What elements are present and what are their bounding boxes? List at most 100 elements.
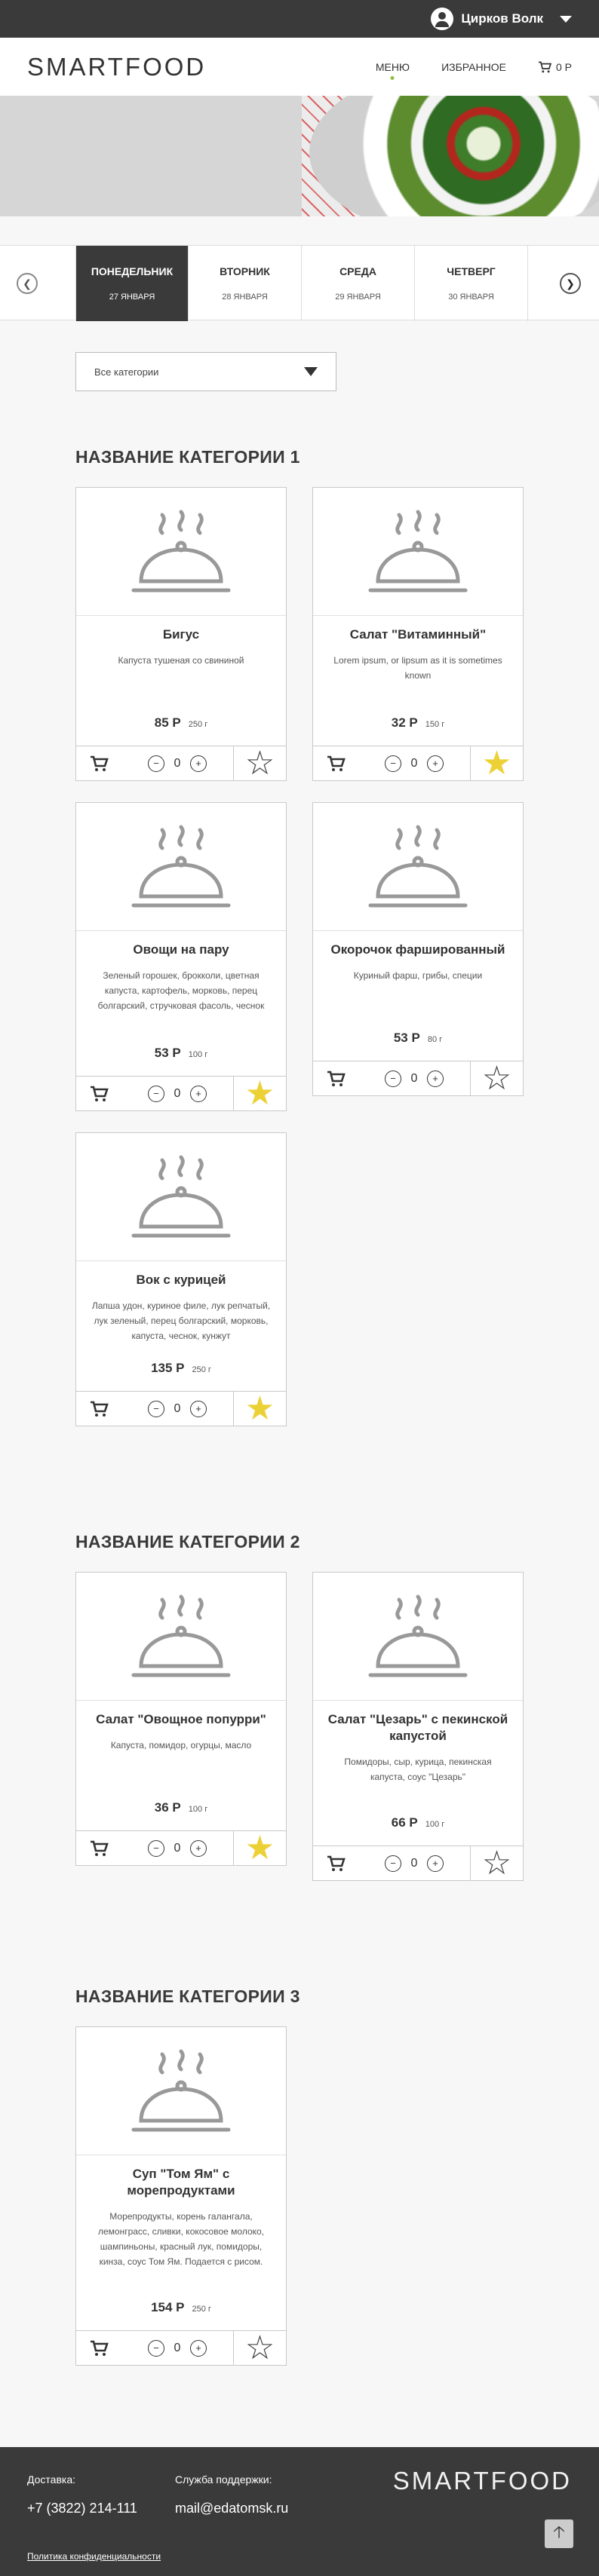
site-header: SMARTFOOD МЕНЮ ИЗБРАННОЕ 0 Р xyxy=(0,38,599,96)
increment-button[interactable]: + xyxy=(427,1070,444,1087)
quantity-value: 0 xyxy=(410,1856,418,1870)
next-day-button[interactable]: ❯ xyxy=(560,273,581,294)
dish-placeholder-icon xyxy=(131,1594,231,1677)
product-card[interactable]: Бигус Капуста тушеная со свининой 85 Р 250 … xyxy=(75,487,287,781)
day-tab-thursday[interactable]: ЧЕТВЕРГ 30 ЯНВАРЯ xyxy=(415,246,528,321)
add-to-cart-button[interactable] xyxy=(76,2331,121,2365)
product-card[interactable]: Салат "Овощное попурри" Капуста, помидор,… xyxy=(75,1572,287,1866)
decrement-button[interactable]: − xyxy=(148,1085,164,1102)
quantity-stepper: −0 + xyxy=(358,1061,470,1095)
category-title: НАЗВАНИЕ КАТЕГОРИИ 1 xyxy=(75,447,300,467)
add-to-cart-button[interactable] xyxy=(313,1061,358,1095)
decrement-button[interactable]: − xyxy=(148,1400,164,1417)
product-description: Лапша удон, куриное филе, лук репчатый, … xyxy=(91,1300,271,1341)
decrement-button[interactable]: − xyxy=(385,1070,401,1087)
dish-placeholder-icon xyxy=(131,2049,231,2131)
product-actions: −0 + ☆ xyxy=(313,1845,523,1880)
quantity-stepper: −0 + xyxy=(121,746,233,780)
increment-button[interactable]: + xyxy=(190,1085,207,1102)
cart-total: 0 Р xyxy=(555,60,572,73)
footer-logo: SMARTFOOD xyxy=(392,2467,572,2495)
increment-button[interactable]: + xyxy=(190,755,207,772)
support-email[interactable]: mail@edatomsk.ru xyxy=(175,2501,323,2516)
day-tab-tuesday[interactable]: ВТОРНИК 28 ЯНВАРЯ xyxy=(189,246,302,321)
quantity-stepper: −0 + xyxy=(121,2331,233,2365)
quantity-stepper: −0 + xyxy=(121,1831,233,1865)
favorite-star-icon[interactable]: ☆ xyxy=(233,2331,286,2365)
product-card[interactable]: Окорочок фаршированный Куриный фарш, гриб… xyxy=(312,802,524,1096)
quantity-value: 0 xyxy=(174,1401,181,1415)
product-grid: Салат "Овощное попурри" Капуста, помидор,… xyxy=(75,1572,524,1881)
product-price-row: 32 Р 150 г xyxy=(313,715,523,731)
nav-favorites[interactable]: ИЗБРАННОЕ xyxy=(441,61,506,73)
scroll-top-button[interactable]: 🡡 xyxy=(545,2519,573,2548)
increment-button[interactable]: + xyxy=(427,1855,444,1872)
product-actions: −0 + ★ xyxy=(76,1830,286,1865)
quantity-value: 0 xyxy=(410,756,418,770)
product-image xyxy=(313,488,523,616)
logo[interactable]: SMARTFOOD xyxy=(27,53,206,81)
product-weight: 80 г xyxy=(427,1035,443,1044)
product-image xyxy=(76,488,286,616)
product-price-row: 154 Р 250 г xyxy=(76,2300,286,2315)
product-price-row: 53 Р 80 г xyxy=(313,1031,523,1046)
decrement-button[interactable]: − xyxy=(148,755,164,772)
favorite-star-icon[interactable]: ☆ xyxy=(233,746,286,780)
product-name: Салат "Овощное попурри" xyxy=(96,1712,266,1726)
increment-button[interactable]: + xyxy=(190,1839,207,1857)
nav-cart[interactable]: 0 Р xyxy=(538,61,572,73)
product-grid: Бигус Капуста тушеная со свининой 85 Р 250 … xyxy=(75,487,524,1426)
nav-menu[interactable]: МЕНЮ xyxy=(376,61,410,73)
add-to-cart-button[interactable] xyxy=(76,1392,121,1426)
privacy-policy-link[interactable]: Политика конфиденциальности xyxy=(27,2551,161,2562)
day-tab-wednesday[interactable]: СРЕДА 29 ЯНВАРЯ xyxy=(302,246,415,321)
favorite-star-icon[interactable]: ★ xyxy=(233,1077,286,1110)
cart-icon xyxy=(91,2340,109,2356)
cart-icon xyxy=(91,1086,109,1101)
product-name: Вок с курицей xyxy=(136,1273,226,1287)
product-price-row: 85 Р 250 г xyxy=(76,715,286,731)
product-image xyxy=(76,1133,286,1261)
add-to-cart-button[interactable] xyxy=(76,746,121,780)
decrement-button[interactable]: − xyxy=(148,2339,164,2357)
increment-button[interactable]: + xyxy=(190,1400,207,1417)
product-name: Салат "Витаминный" xyxy=(349,627,487,642)
product-card[interactable]: Салат "Цезарь" с пекинской капустой Помид… xyxy=(312,1572,524,1881)
product-card[interactable]: Овощи на пару Зеленый горошек, брокколи, … xyxy=(75,802,287,1111)
increment-button[interactable]: + xyxy=(190,2339,207,2357)
user-menu[interactable]: Цирков Волк xyxy=(431,8,572,30)
day-tab-monday[interactable]: ПОНЕДЕЛЬНИК 27 ЯНВАРЯ xyxy=(75,246,189,321)
add-to-cart-button[interactable] xyxy=(313,1846,358,1880)
favorite-star-icon[interactable]: ★ xyxy=(470,746,523,780)
delivery-phone[interactable]: +7 (3822) 214-111 xyxy=(27,2501,175,2516)
product-weight: 250 г xyxy=(188,720,208,729)
decrement-button[interactable]: − xyxy=(385,1855,401,1872)
add-to-cart-button[interactable] xyxy=(313,746,358,780)
cart-icon xyxy=(538,61,551,72)
favorite-star-icon[interactable]: ★ xyxy=(233,1831,286,1865)
favorite-star-icon[interactable]: ☆ xyxy=(470,1846,523,1880)
add-to-cart-button[interactable] xyxy=(76,1077,121,1110)
product-price: 85 Р xyxy=(154,715,181,730)
product-description: Помидоры, сыр, курица, пекинская капуста… xyxy=(344,1757,492,1782)
prev-day-button[interactable]: ❮ xyxy=(17,273,38,294)
cart-icon xyxy=(327,1071,346,1086)
product-card[interactable]: Суп "Том Ям" с морепродуктами Морепродукт… xyxy=(75,2026,287,2366)
decrement-button[interactable]: − xyxy=(385,755,401,772)
product-actions: −0 + ☆ xyxy=(76,2330,286,2365)
favorite-star-icon[interactable]: ★ xyxy=(233,1392,286,1426)
add-to-cart-button[interactable] xyxy=(76,1831,121,1865)
category-title: НАЗВАНИЕ КАТЕГОРИИ 3 xyxy=(75,1986,300,2006)
menu-content: Все категории НАЗВАНИЕ КАТЕГОРИИ 1 Бигус К… xyxy=(0,352,599,2366)
product-card[interactable]: Салат "Витаминный" Lorem ipsum, or lipsum… xyxy=(312,487,524,781)
product-card[interactable]: Вок с курицей Лапша удон, куриное филе, л… xyxy=(75,1132,287,1426)
dish-placeholder-icon xyxy=(368,510,468,592)
increment-button[interactable]: + xyxy=(427,755,444,772)
decrement-button[interactable]: − xyxy=(148,1839,164,1857)
dish-placeholder-icon xyxy=(368,1594,468,1677)
day-selector: ❮ ПОНЕДЕЛЬНИК 27 ЯНВАРЯ ВТОРНИК 28 ЯНВАР… xyxy=(0,245,599,321)
product-price: 53 Р xyxy=(154,1046,181,1060)
category-select[interactable]: Все категории xyxy=(75,352,336,391)
product-description: Lorem ipsum, or lipsum as it is sometime… xyxy=(333,655,502,681)
favorite-star-icon[interactable]: ☆ xyxy=(470,1061,523,1095)
